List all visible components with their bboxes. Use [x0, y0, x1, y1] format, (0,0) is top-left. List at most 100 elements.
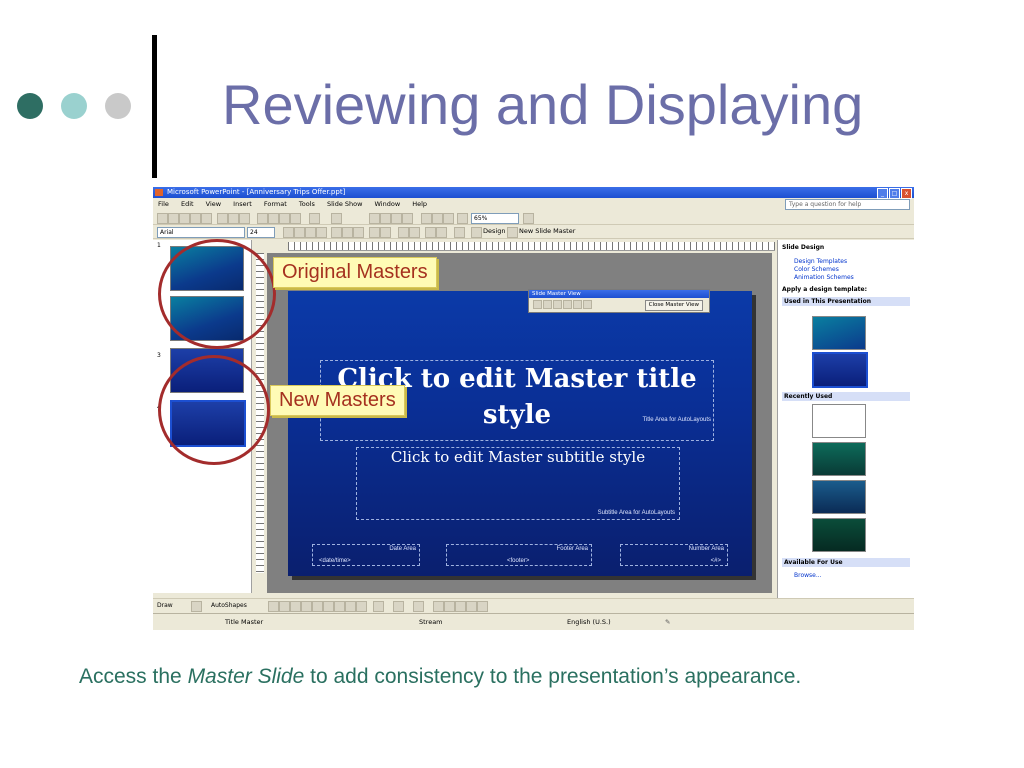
draw-font-color-icon[interactable]	[413, 601, 424, 612]
shadow-icon[interactable]	[316, 227, 327, 238]
permission-icon[interactable]	[201, 213, 212, 224]
footer-area-placeholder[interactable]: Footer Area <footer>	[446, 544, 592, 566]
menu-help[interactable]: Help	[407, 198, 432, 210]
italic-icon[interactable]	[294, 227, 305, 238]
menu-tools[interactable]: Tools	[294, 198, 320, 210]
wordart-icon[interactable]	[323, 601, 334, 612]
number-area-placeholder[interactable]: Number Area <#>	[620, 544, 728, 566]
subtitle-area-label: Subtitle Area for AutoLayouts	[597, 510, 675, 516]
date-area-placeholder[interactable]: Date Area <date/time>	[312, 544, 420, 566]
close-master-view-button[interactable]: Close Master View	[644, 300, 703, 311]
chart-icon[interactable]	[369, 213, 380, 224]
design-icon[interactable]	[471, 227, 482, 238]
browse-link[interactable]: Browse...	[794, 572, 822, 579]
master-slide[interactable]: Click to edit Master title style Title A…	[288, 291, 752, 576]
show-formatting-icon[interactable]	[432, 213, 443, 224]
menu-edit[interactable]: Edit	[176, 198, 199, 210]
expand-icon[interactable]	[421, 213, 432, 224]
design-template-stream[interactable]	[812, 316, 866, 350]
picture-icon[interactable]	[356, 601, 367, 612]
menu-insert[interactable]: Insert	[228, 198, 257, 210]
align-right-icon[interactable]	[353, 227, 364, 238]
preserve-master-icon[interactable]	[563, 300, 572, 309]
fill-color-icon[interactable]	[373, 601, 384, 612]
redo-icon[interactable]	[331, 213, 342, 224]
insert-picture-icon[interactable]	[402, 213, 413, 224]
copy-icon[interactable]	[268, 213, 279, 224]
font-color-icon[interactable]	[454, 227, 465, 238]
help-icon[interactable]	[523, 213, 534, 224]
status-bar: Title Master Stream English (U.S.) ✎	[153, 613, 914, 630]
color-schemes-link[interactable]: Color Schemes	[794, 266, 839, 273]
save-icon[interactable]	[179, 213, 190, 224]
oval-icon[interactable]	[301, 601, 312, 612]
numbering-icon[interactable]	[369, 227, 380, 238]
delete-master-icon[interactable]	[553, 300, 562, 309]
design-template-default[interactable]	[812, 352, 868, 388]
bullets-icon[interactable]	[380, 227, 391, 238]
decrease-font-icon[interactable]	[409, 227, 420, 238]
insert-slide-master-icon[interactable]	[533, 300, 542, 309]
bold-icon[interactable]	[283, 227, 294, 238]
clipart-icon[interactable]	[345, 601, 356, 612]
master-subtitle-placeholder[interactable]: Click to edit Master subtitle style Subt…	[356, 447, 680, 520]
menu-file[interactable]: File	[153, 198, 174, 210]
arrow-icon[interactable]	[279, 601, 290, 612]
decrease-indent-icon[interactable]	[425, 227, 436, 238]
insert-title-master-icon[interactable]	[543, 300, 552, 309]
underline-icon[interactable]	[305, 227, 316, 238]
line-color-icon[interactable]	[393, 601, 404, 612]
menu-format[interactable]: Format	[259, 198, 292, 210]
increase-indent-icon[interactable]	[436, 227, 447, 238]
thumbnail-number: 1	[157, 242, 161, 249]
menu-view[interactable]: View	[201, 198, 226, 210]
dash-style-icon[interactable]	[444, 601, 455, 612]
color-grayscale-icon[interactable]	[457, 213, 468, 224]
center-icon[interactable]	[342, 227, 353, 238]
rectangle-icon[interactable]	[290, 601, 301, 612]
tables-borders-icon[interactable]	[391, 213, 402, 224]
menu-window[interactable]: Window	[370, 198, 406, 210]
diagram-icon[interactable]	[334, 601, 345, 612]
design-template-recent-2[interactable]	[812, 442, 866, 476]
open-icon[interactable]	[168, 213, 179, 224]
email-icon[interactable]	[190, 213, 201, 224]
align-left-icon[interactable]	[331, 227, 342, 238]
table-icon[interactable]	[380, 213, 391, 224]
increase-font-icon[interactable]	[398, 227, 409, 238]
select-objects-icon[interactable]	[191, 601, 202, 612]
zoom-select[interactable]: 65%	[471, 213, 519, 224]
font-size-select[interactable]: 24	[247, 227, 275, 238]
spelling-icon[interactable]	[239, 213, 250, 224]
line-icon[interactable]	[268, 601, 279, 612]
new-slide-master-button[interactable]: New Slide Master	[519, 226, 575, 237]
undo-icon[interactable]	[309, 213, 320, 224]
line-style-icon[interactable]	[433, 601, 444, 612]
menu-slide-show[interactable]: Slide Show	[322, 198, 367, 210]
autoshapes-menu[interactable]: AutoShapes	[211, 599, 247, 612]
cut-icon[interactable]	[257, 213, 268, 224]
design-button[interactable]: Design	[483, 226, 505, 237]
font-name-select[interactable]: Arial	[157, 227, 245, 238]
format-painter-icon[interactable]	[290, 213, 301, 224]
title-area-label: Title Area for AutoLayouts	[642, 417, 711, 423]
design-templates-link[interactable]: Design Templates	[794, 258, 847, 265]
animation-schemes-link[interactable]: Animation Schemes	[794, 274, 854, 281]
shadow-style-icon[interactable]	[466, 601, 477, 612]
new-slide-master-icon[interactable]	[507, 227, 518, 238]
print-icon[interactable]	[217, 213, 228, 224]
arrow-style-icon[interactable]	[455, 601, 466, 612]
grid-icon[interactable]	[443, 213, 454, 224]
design-template-recent-4[interactable]	[812, 518, 866, 552]
design-template-recent-3[interactable]	[812, 480, 866, 514]
paste-icon[interactable]	[279, 213, 290, 224]
print-preview-icon[interactable]	[228, 213, 239, 224]
textbox-icon[interactable]	[312, 601, 323, 612]
master-layout-icon[interactable]	[583, 300, 592, 309]
new-icon[interactable]	[157, 213, 168, 224]
draw-menu[interactable]: Draw	[157, 599, 173, 612]
help-search-input[interactable]: Type a question for help	[785, 199, 910, 210]
design-template-recent-1[interactable]	[812, 404, 866, 438]
rename-master-icon[interactable]	[573, 300, 582, 309]
3d-style-icon[interactable]	[477, 601, 488, 612]
